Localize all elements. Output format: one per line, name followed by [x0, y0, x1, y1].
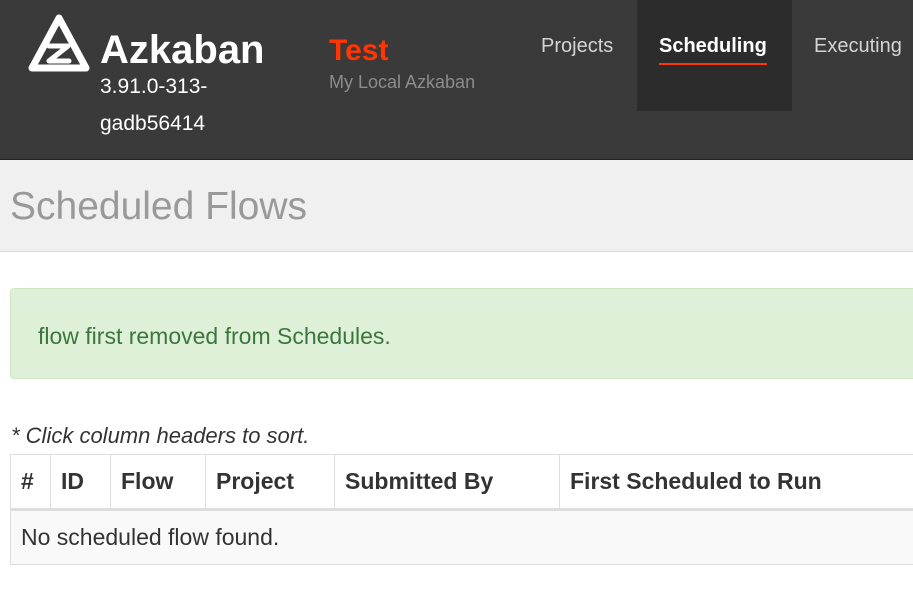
column-header-flow[interactable]: Flow — [110, 454, 206, 511]
nav-item-projects[interactable]: Projects — [521, 0, 635, 111]
page-header: Scheduled Flows — [0, 160, 913, 252]
column-header-project[interactable]: Project — [205, 454, 335, 511]
nav-item-label: Scheduling — [659, 34, 767, 65]
nav-item-scheduling[interactable]: Scheduling — [637, 0, 792, 111]
empty-table-message: No scheduled flow found. — [10, 509, 913, 565]
column-header-id[interactable]: ID — [50, 454, 111, 511]
table-header-row: # ID Flow Project Submitted By First Sch… — [10, 454, 913, 511]
nav-item-label: Executing — [814, 35, 902, 57]
azkaban-logo-icon[interactable] — [28, 14, 90, 72]
column-header-number[interactable]: # — [10, 454, 51, 511]
table-row: No scheduled flow found. — [10, 509, 913, 565]
column-header-first-scheduled[interactable]: First Scheduled to Run — [559, 454, 913, 511]
top-navbar: Azkaban 3.91.0-313-gadb56414 Test My Loc… — [0, 0, 913, 160]
nav-item-label: Projects — [541, 35, 614, 57]
brand-version: 3.91.0-313-gadb56414 — [100, 75, 208, 135]
column-header-submitted-by[interactable]: Submitted By — [334, 454, 560, 511]
environment-name: Test — [329, 34, 389, 67]
brand-name[interactable]: Azkaban — [100, 26, 265, 74]
sort-hint: * Click column headers to sort. — [11, 423, 310, 448]
scheduled-flows-table: # ID Flow Project Submitted By First Sch… — [10, 454, 913, 565]
page-title: Scheduled Flows — [10, 185, 307, 228]
alert-message: flow first removed from Schedules. — [38, 323, 391, 349]
environment-description: My Local Azkaban — [329, 72, 476, 92]
nav-item-executing[interactable]: Executing — [794, 0, 913, 111]
success-alert: flow first removed from Schedules. — [10, 288, 913, 379]
